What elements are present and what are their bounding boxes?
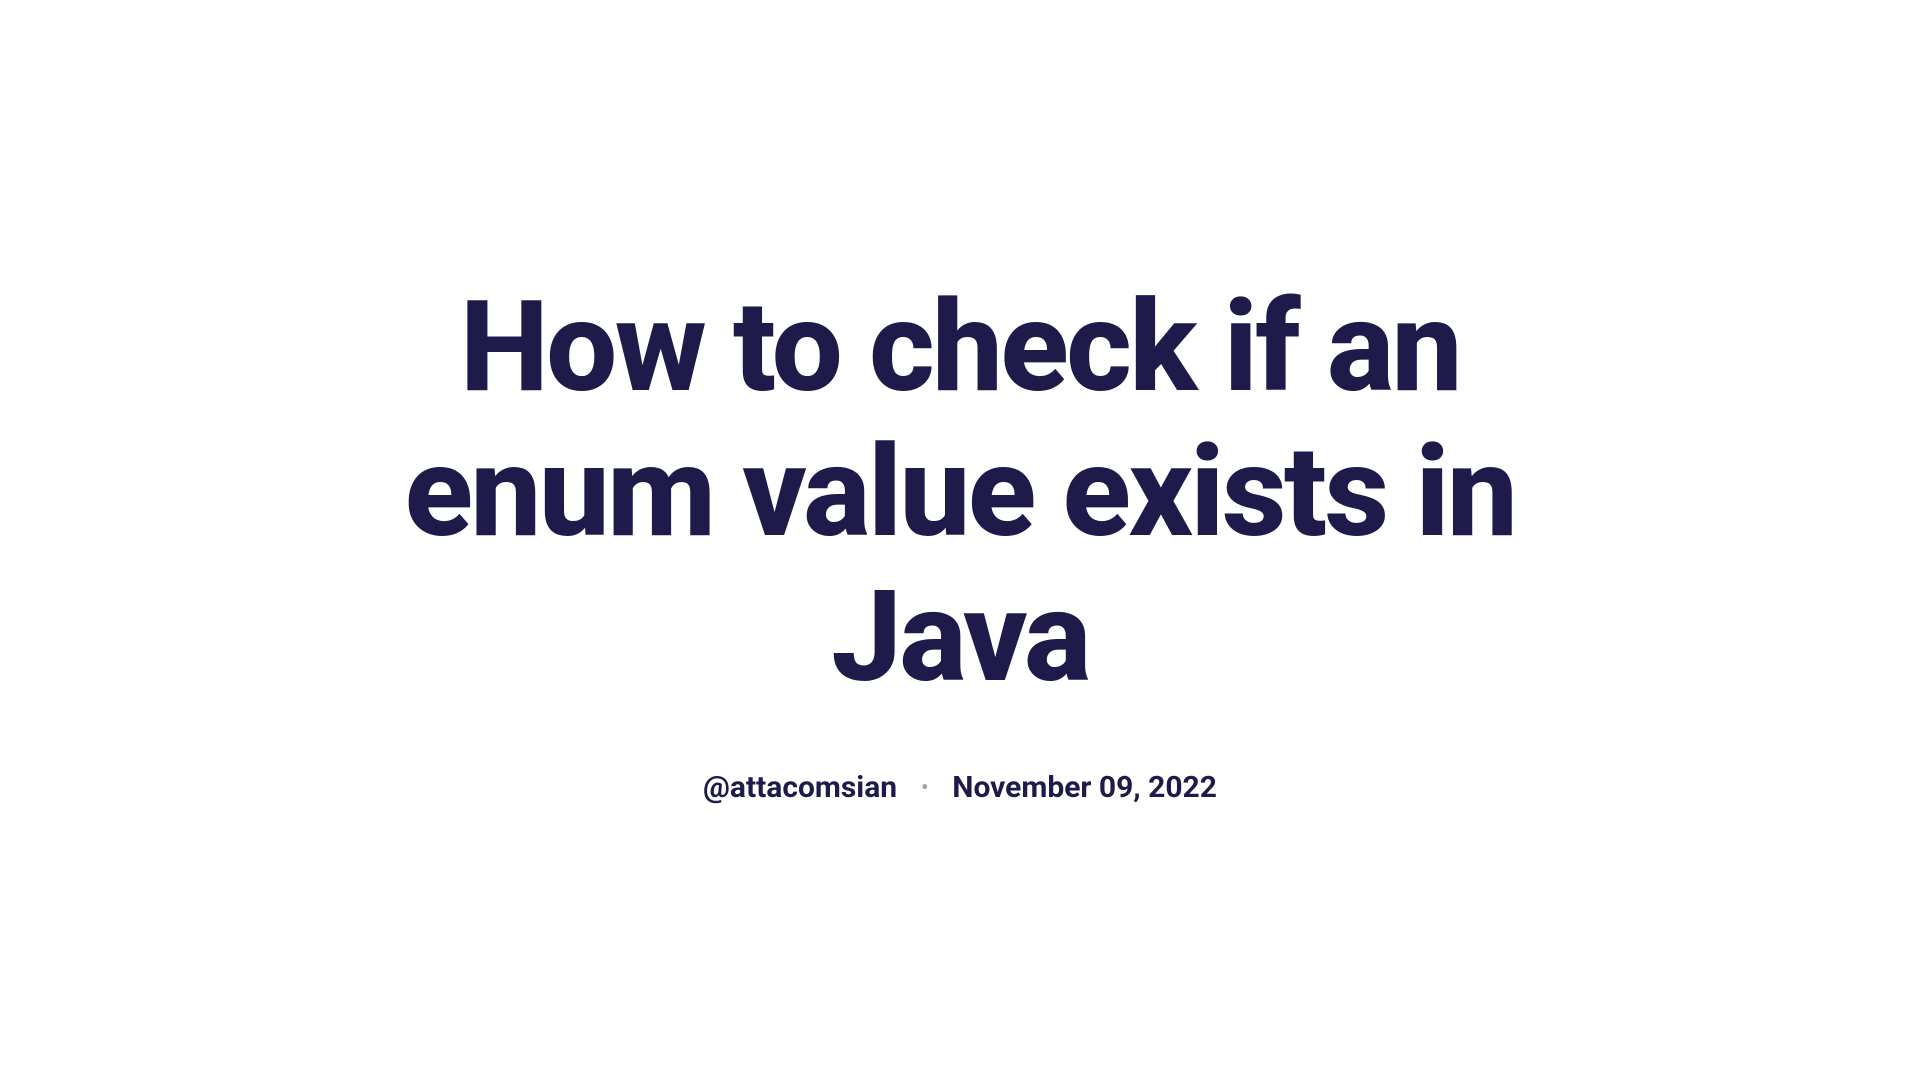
article-date: November 09, 2022 bbox=[952, 770, 1217, 805]
article-header: How to check if an enum value exists in … bbox=[360, 275, 1560, 805]
article-author: @attacomsian bbox=[703, 770, 897, 805]
meta-separator: • bbox=[921, 775, 928, 799]
article-title: How to check if an enum value exists in … bbox=[400, 275, 1520, 710]
article-meta: @attacomsian • November 09, 2022 bbox=[703, 770, 1217, 805]
